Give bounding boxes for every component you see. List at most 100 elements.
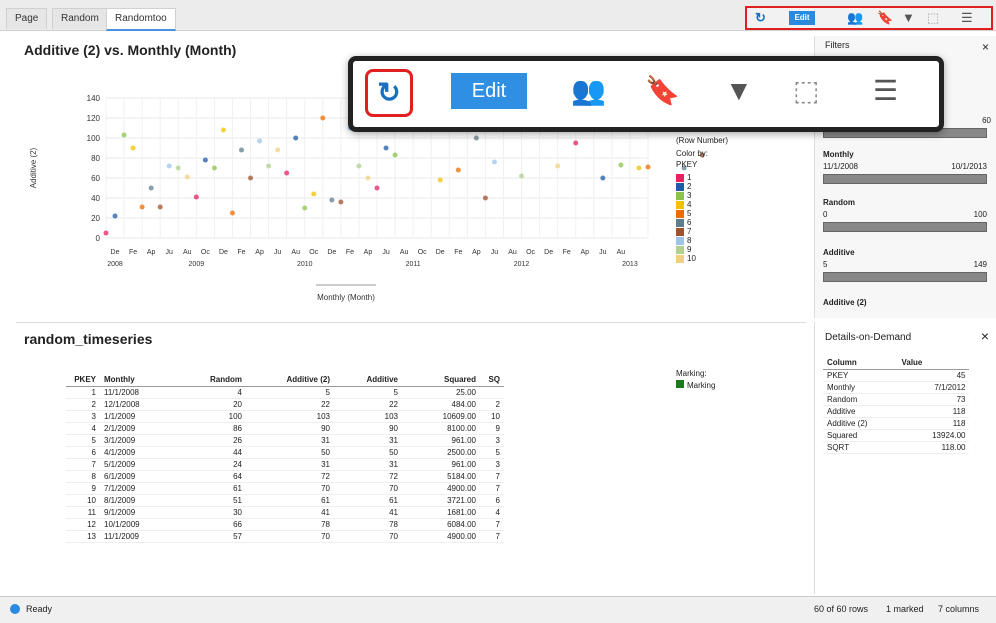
data-point[interactable] — [636, 165, 642, 171]
column-header[interactable]: Squared — [402, 373, 480, 387]
data-point[interactable] — [519, 173, 525, 179]
data-point[interactable] — [202, 157, 208, 163]
legend-item[interactable]: 4 — [676, 200, 728, 209]
data-point[interactable] — [257, 138, 263, 144]
legend-item[interactable]: 10 — [676, 254, 728, 263]
legend-item[interactable]: 3 — [676, 191, 728, 200]
menu-icon[interactable]: ☰ — [873, 75, 898, 107]
refresh-icon[interactable]: ↻ — [365, 69, 413, 117]
data-table[interactable]: PKEY Monthly Random Additive (2) Additive Squ… — [66, 373, 504, 543]
bookmark-icon[interactable]: 🔖 — [877, 10, 893, 26]
edit-button[interactable]: Edit — [789, 11, 815, 25]
data-point[interactable] — [157, 204, 163, 210]
column-header[interactable]: SQ — [480, 373, 504, 387]
data-point[interactable] — [266, 163, 272, 169]
data-point[interactable] — [103, 230, 109, 236]
tab-random[interactable]: Random — [52, 8, 108, 29]
data-point[interactable] — [455, 167, 461, 173]
data-point[interactable] — [473, 135, 479, 141]
data-point[interactable] — [491, 159, 497, 165]
data-point[interactable] — [239, 147, 244, 153]
edit-button[interactable]: Edit — [451, 73, 527, 109]
data-point[interactable] — [139, 204, 145, 210]
data-point[interactable] — [645, 164, 651, 170]
legend-color-by-value[interactable]: PKEY — [676, 160, 728, 169]
table-row[interactable]: 4 2/1/2009 86 90 90 8100.00 9 — [66, 422, 504, 435]
refresh-icon[interactable]: ↻ — [755, 10, 766, 26]
legend-item[interactable]: 7 — [676, 227, 728, 236]
column-header[interactable]: Monthly — [100, 373, 178, 387]
data-point[interactable] — [482, 195, 488, 201]
selection-icon[interactable]: ⬚ — [927, 10, 939, 26]
table-row[interactable]: 2 12/1/2008 20 22 22 484.00 2 — [66, 398, 504, 411]
column-header[interactable]: PKEY — [66, 373, 100, 387]
column-header[interactable]: Additive — [334, 373, 402, 387]
data-point[interactable] — [437, 177, 443, 183]
filter-icon[interactable]: ▼ — [725, 75, 753, 107]
data-point[interactable] — [112, 213, 118, 219]
data-point[interactable] — [311, 191, 317, 197]
column-header[interactable]: Additive (2) — [246, 373, 334, 387]
data-point[interactable] — [293, 135, 299, 141]
data-point[interactable] — [193, 194, 199, 200]
collaboration-icon[interactable]: 👥 — [571, 75, 606, 107]
table-row[interactable]: 5 3/1/2009 26 31 31 961.00 3 — [66, 434, 504, 447]
data-point[interactable] — [284, 170, 290, 176]
bookmark-icon[interactable]: 🔖 — [645, 75, 680, 107]
data-point[interactable] — [302, 205, 308, 211]
selection-icon[interactable]: ⬚ — [793, 75, 819, 107]
data-point[interactable] — [229, 210, 235, 216]
table-row[interactable]: 11 9/1/2009 30 41 41 1681.00 4 — [66, 506, 504, 519]
filter-monthly-to: 10/1/2013 — [951, 162, 987, 171]
data-point[interactable] — [383, 145, 389, 151]
data-point[interactable] — [275, 147, 281, 153]
data-point[interactable] — [338, 199, 344, 205]
data-point[interactable] — [166, 163, 172, 169]
table-row[interactable]: 9 7/1/2009 61 70 70 4900.00 7 — [66, 482, 504, 495]
data-point[interactable] — [320, 115, 326, 121]
menu-icon[interactable]: ☰ — [961, 10, 973, 26]
tab-randomtoo[interactable]: Randomtoo — [106, 8, 176, 31]
legend-item[interactable]: 9 — [676, 245, 728, 254]
table-row[interactable]: 12 10/1/2009 66 78 78 6084.00 7 — [66, 518, 504, 531]
column-header[interactable]: Random — [178, 373, 246, 387]
filter-monthly-slider[interactable] — [823, 174, 987, 184]
data-point[interactable] — [148, 185, 154, 191]
close-icon[interactable]: × — [981, 328, 989, 344]
legend-item[interactable]: 6 — [676, 218, 728, 227]
table-row[interactable]: 10 8/1/2009 51 61 61 3721.00 6 — [66, 494, 504, 507]
data-point[interactable] — [618, 162, 624, 168]
data-point[interactable] — [220, 127, 226, 133]
data-point[interactable] — [329, 197, 335, 203]
legend-item[interactable]: 8 — [676, 236, 728, 245]
data-point[interactable] — [175, 165, 181, 171]
filter-icon[interactable]: ▼ — [902, 10, 915, 25]
data-point[interactable] — [184, 174, 190, 180]
table-row[interactable]: 7 5/1/2009 24 31 31 961.00 3 — [66, 458, 504, 471]
data-point[interactable] — [573, 140, 579, 146]
table-row[interactable]: 8 6/1/2009 64 72 72 5184.00 7 — [66, 470, 504, 483]
legend-item[interactable]: 1 — [676, 173, 728, 182]
legend-item[interactable]: 5 — [676, 209, 728, 218]
legend-item[interactable]: 2 — [676, 182, 728, 191]
data-point[interactable] — [121, 132, 127, 138]
data-point[interactable] — [211, 165, 217, 171]
data-point[interactable] — [374, 185, 380, 191]
tab-page[interactable]: Page — [6, 8, 48, 29]
data-point[interactable] — [130, 145, 136, 151]
data-point[interactable] — [356, 163, 362, 169]
data-point[interactable] — [555, 163, 561, 169]
data-point[interactable] — [392, 152, 398, 158]
data-point[interactable] — [248, 175, 254, 181]
table-row[interactable]: 1 11/1/2008 4 5 5 25.00 — [66, 386, 504, 399]
filter-random-slider[interactable] — [823, 222, 987, 232]
x-year-label: 2012 — [514, 261, 530, 268]
table-row[interactable]: 6 4/1/2009 44 50 50 2500.00 5 — [66, 446, 504, 459]
data-point[interactable] — [365, 175, 371, 181]
collaboration-icon[interactable]: 👥 — [847, 10, 863, 26]
table-row[interactable]: 13 11/1/2009 57 70 70 4900.00 7 — [66, 530, 504, 543]
table-row[interactable]: 3 1/1/2009 100 103 103 10609.00 10 — [66, 410, 504, 423]
filter-additive-slider[interactable] — [823, 272, 987, 282]
close-icon[interactable]: × — [982, 40, 989, 54]
data-point[interactable] — [600, 175, 606, 181]
